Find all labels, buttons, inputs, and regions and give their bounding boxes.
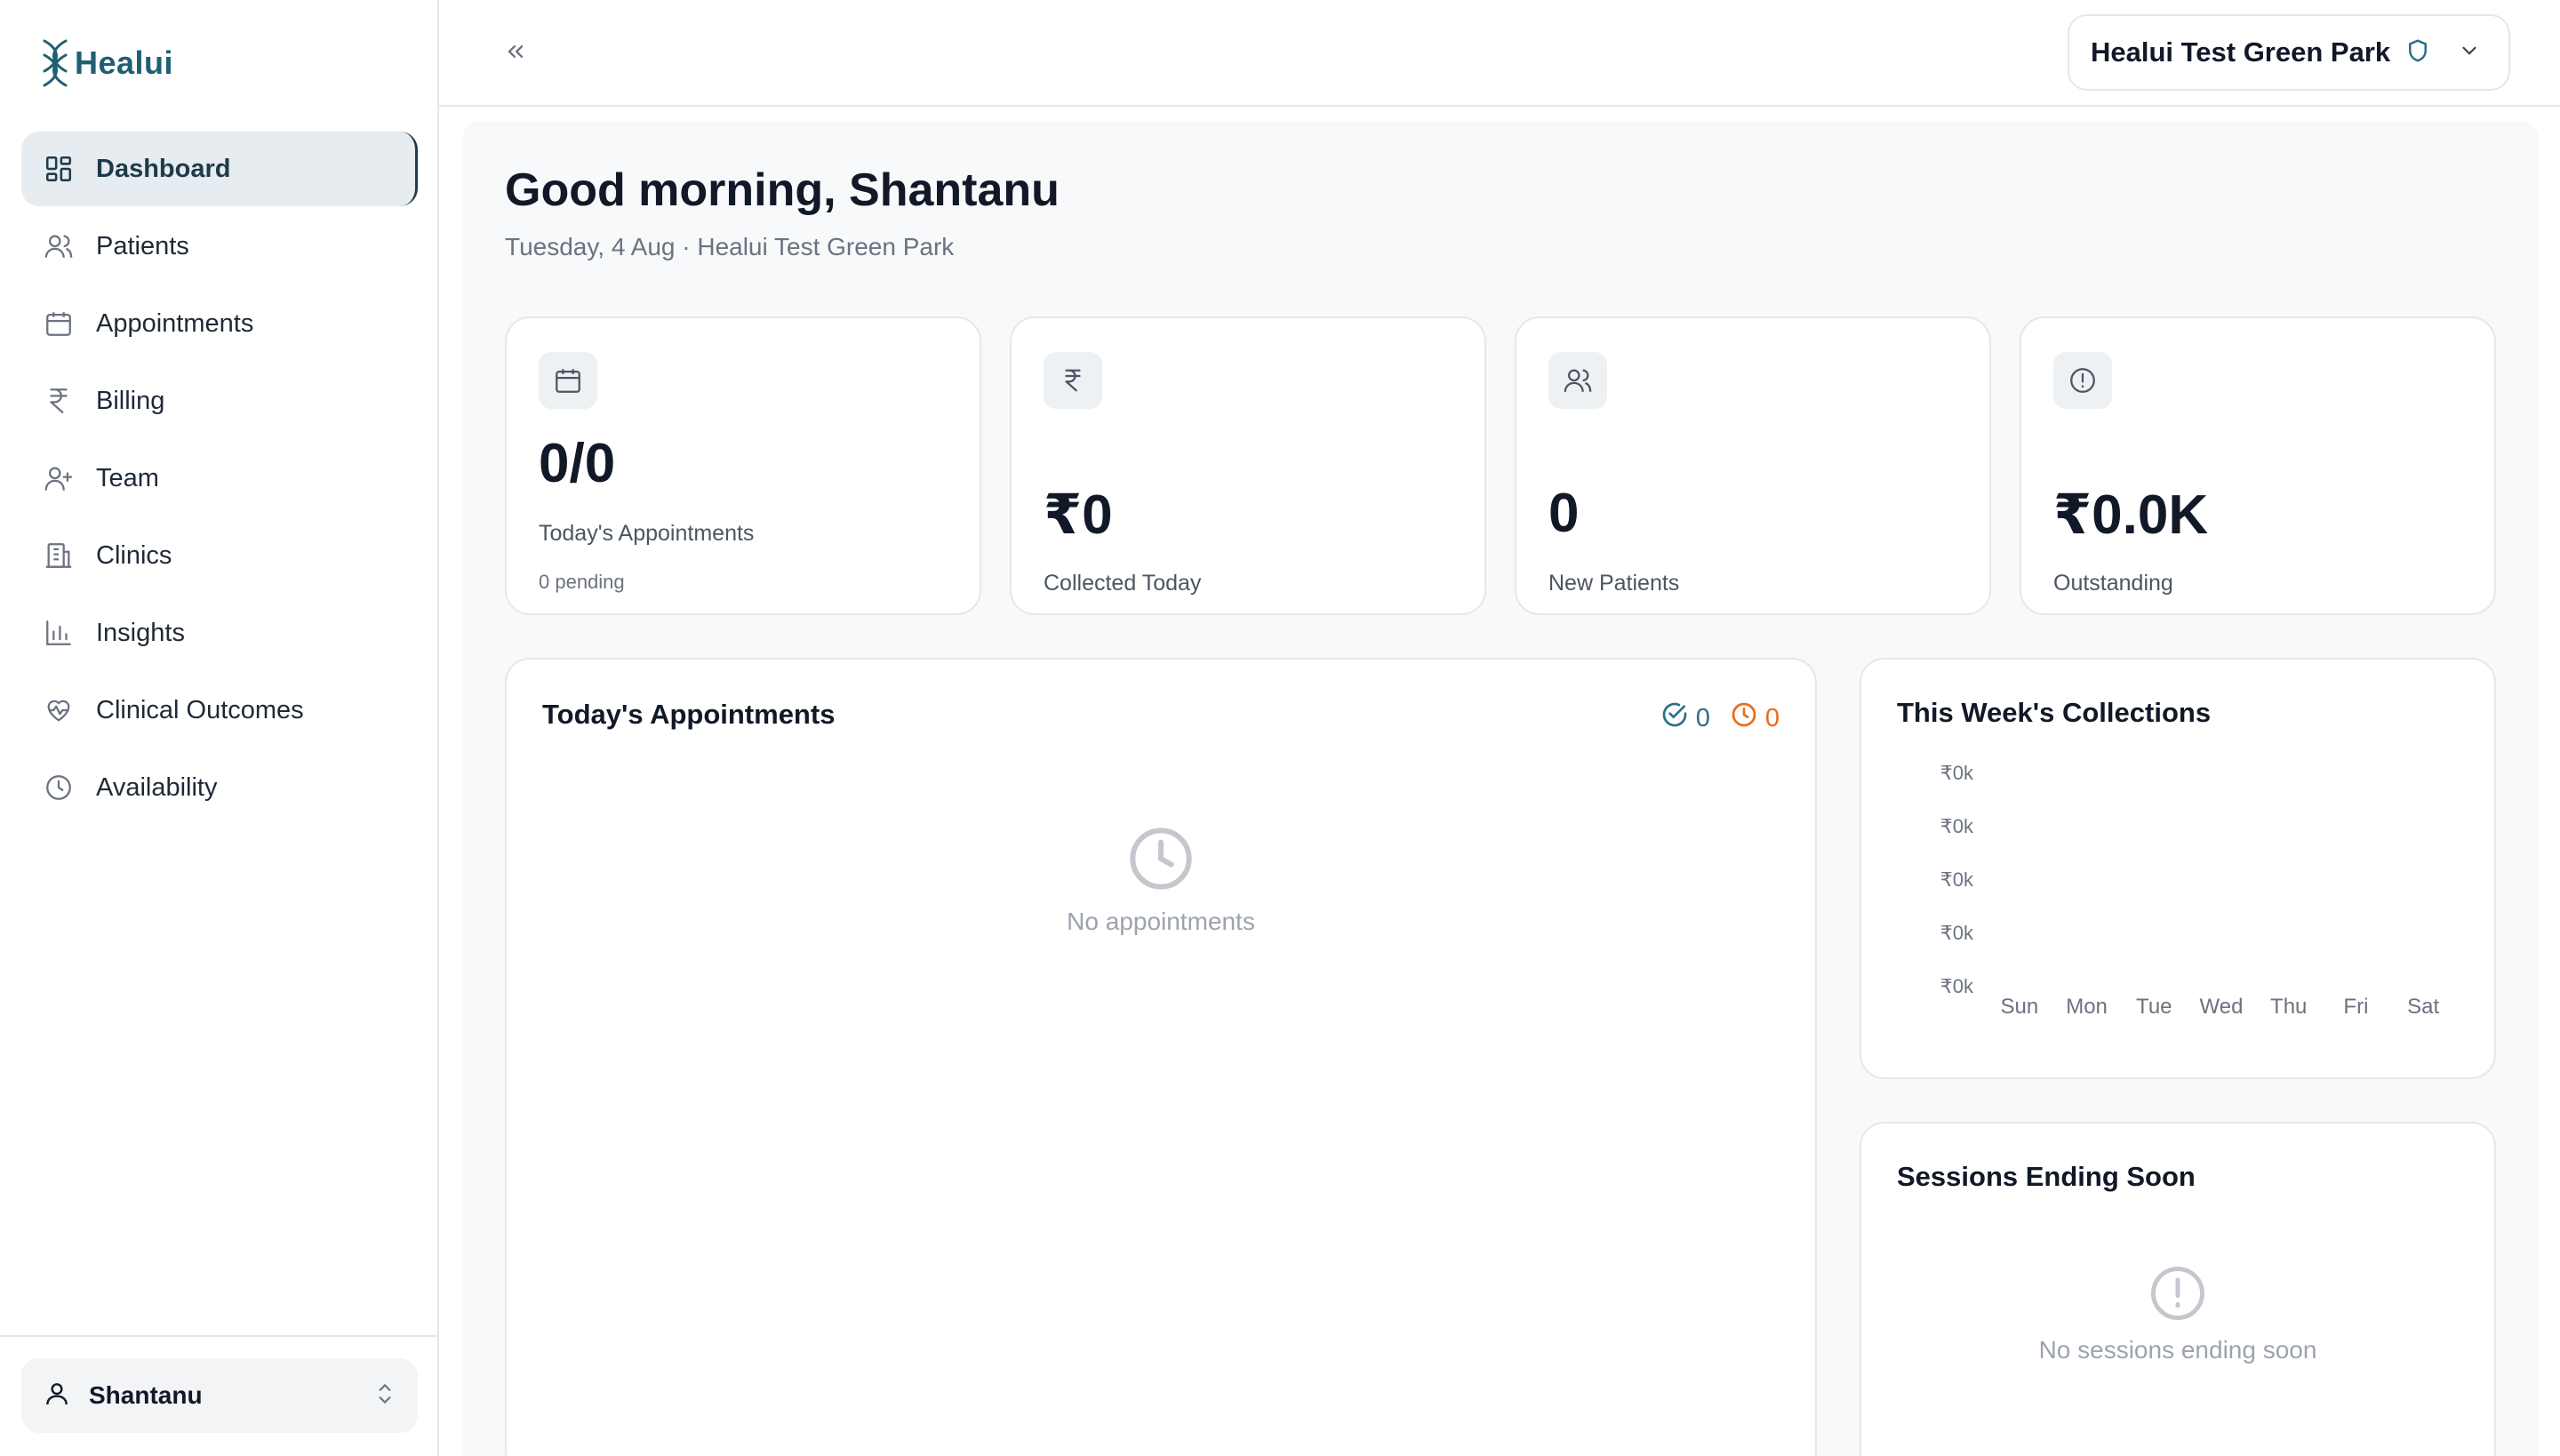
user-plus-icon	[43, 462, 75, 494]
sidebar-item-label: Clinical Outcomes	[96, 695, 304, 724]
stat-label: Outstanding	[2053, 571, 2173, 596]
stat-value: 0	[1548, 483, 1580, 544]
sidebar-item-patients[interactable]: Patients	[21, 209, 418, 284]
appointment-counts: 0 0	[1660, 700, 1780, 736]
y-tick-label: ₹0k	[1940, 762, 1974, 784]
card-title: This Week's Collections	[1897, 697, 2212, 728]
clock-icon	[43, 772, 75, 804]
bar-chart-icon	[43, 617, 75, 649]
y-tick-label: ₹0k	[1940, 815, 1974, 837]
stat-label: Today's Appointments	[539, 521, 755, 546]
sidebar-item-label: Availability	[96, 772, 218, 802]
sidebar-item-label: Insights	[96, 618, 185, 647]
sidebar-item-appointments[interactable]: Appointments	[21, 286, 418, 361]
weekly-collections-card: This Week's Collections ₹0k ₹0k ₹0k ₹0k ₹0k S…	[1860, 658, 2496, 1079]
sidebar-item-clinics[interactable]: Clinics	[21, 518, 418, 593]
collections-chart: ₹0k ₹0k ₹0k ₹0k ₹0k Sun Mon Tue Wed Thu Fri Sat	[1940, 762, 2440, 1019]
y-tick-label: ₹0k	[1940, 922, 1974, 944]
clock-icon	[1125, 828, 1196, 898]
check-circle-icon	[1660, 700, 1689, 736]
card-title: Today's Appointments	[542, 699, 836, 730]
y-tick-label: ₹0k	[1940, 868, 1974, 891]
divider	[0, 1335, 439, 1337]
chevrons-left-icon	[508, 45, 524, 58]
shield-icon	[2404, 37, 2431, 68]
user-icon	[43, 1380, 71, 1412]
clinic-switcher[interactable]: Healui Test Green Park	[2068, 14, 2510, 91]
stat-value: 0/0	[539, 433, 616, 494]
rupee-icon	[43, 385, 75, 417]
sidebar-item-label: Team	[96, 463, 159, 492]
sidebar-item-dashboard[interactable]: Dashboard	[21, 132, 418, 206]
chevron-down-icon	[2458, 39, 2481, 67]
empty-state: No appointments	[507, 823, 1815, 936]
completed-count: 0	[1695, 703, 1710, 732]
brand-name: Healui	[75, 44, 174, 81]
collapse-sidebar-button[interactable]	[500, 36, 532, 68]
x-tick-label: Thu	[2270, 995, 2307, 1019]
sidebar-item-label: Clinics	[96, 540, 172, 570]
empty-text: No appointments	[1067, 908, 1255, 935]
chevron-up-down-icon	[373, 1380, 396, 1412]
empty-text: No sessions ending soon	[2038, 1336, 2317, 1364]
heart-pulse-icon	[43, 694, 75, 726]
alert-circle-icon	[2148, 1267, 2207, 1326]
sidebar-nav: Dashboard Patients Appointments Billing …	[21, 132, 418, 828]
stat-value: ₹0.0K	[2053, 484, 2209, 546]
sidebar-item-billing[interactable]: Billing	[21, 364, 418, 438]
sidebar-item-availability[interactable]: Availability	[21, 750, 418, 825]
alert-circle-icon	[2053, 352, 2112, 409]
stat-value: ₹0	[1044, 484, 1113, 546]
dashboard-main: Good morning, Shantanu Tuesday, 4 Aug · …	[462, 121, 2539, 1456]
stat-label: Collected Today	[1044, 571, 1202, 596]
empty-state: No sessions ending soon	[1861, 1264, 2494, 1364]
greeting-heading: Good morning, Shantanu	[505, 164, 1060, 216]
user-menu-button[interactable]: Shantanu	[21, 1358, 418, 1433]
x-tick-label: Tue	[2136, 995, 2172, 1019]
sidebar-item-team[interactable]: Team	[21, 441, 418, 516]
todays-appointments-card: Today's Appointments 0 0 No appointments	[505, 658, 1817, 1456]
calendar-icon	[539, 352, 597, 409]
date-subtitle: Tuesday, 4 Aug · Healui Test Green Park	[505, 233, 955, 260]
x-tick-label: Fri	[2343, 995, 2368, 1019]
clock-icon	[1730, 700, 1758, 736]
stat-label: New Patients	[1548, 571, 1680, 596]
sidebar-item-label: Dashboard	[96, 154, 231, 183]
sessions-ending-card: Sessions Ending Soon No sessions ending …	[1860, 1122, 2496, 1456]
sidebar-item-clinical-outcomes[interactable]: Clinical Outcomes	[21, 673, 418, 748]
stat-card-outstanding[interactable]: ₹0.0K Outstanding	[2020, 316, 2496, 615]
stat-card-new-patients[interactable]: 0 New Patients	[1515, 316, 1991, 615]
users-icon	[43, 230, 75, 262]
building-icon	[43, 540, 75, 572]
top-header: Healui Test Green Park	[439, 0, 2560, 107]
sidebar-item-label: Appointments	[96, 308, 254, 338]
sidebar-item-insights[interactable]: Insights	[21, 596, 418, 670]
x-tick-label: Mon	[2066, 995, 2108, 1019]
x-tick-label: Sun	[2001, 995, 2039, 1019]
rupee-icon	[1044, 352, 1102, 409]
clinic-name: Healui Test Green Park	[2091, 36, 2391, 68]
sidebar-item-label: Billing	[96, 386, 165, 415]
calendar-icon	[43, 308, 75, 340]
dashboard-icon	[43, 153, 75, 185]
stat-note: 0 pending	[539, 571, 625, 593]
healui-logo-icon	[43, 39, 68, 87]
pending-count: 0	[1764, 703, 1780, 732]
x-tick-label: Sat	[2407, 995, 2439, 1019]
users-icon	[1548, 352, 1607, 409]
y-tick-label: ₹0k	[1940, 975, 1974, 997]
user-name: Shantanu	[89, 1381, 203, 1409]
x-tick-label: Wed	[2200, 995, 2244, 1019]
stat-card-collected[interactable]: ₹0 Collected Today	[1010, 316, 1486, 615]
sidebar: Healui Dashboard Patients Appointments B…	[0, 0, 439, 1456]
stat-card-appointments[interactable]: 0/0 Today's Appointments 0 pending	[505, 316, 981, 615]
sidebar-item-label: Patients	[96, 231, 189, 260]
card-title: Sessions Ending Soon	[1897, 1161, 2196, 1192]
brand-logo[interactable]: Healui	[39, 37, 173, 89]
